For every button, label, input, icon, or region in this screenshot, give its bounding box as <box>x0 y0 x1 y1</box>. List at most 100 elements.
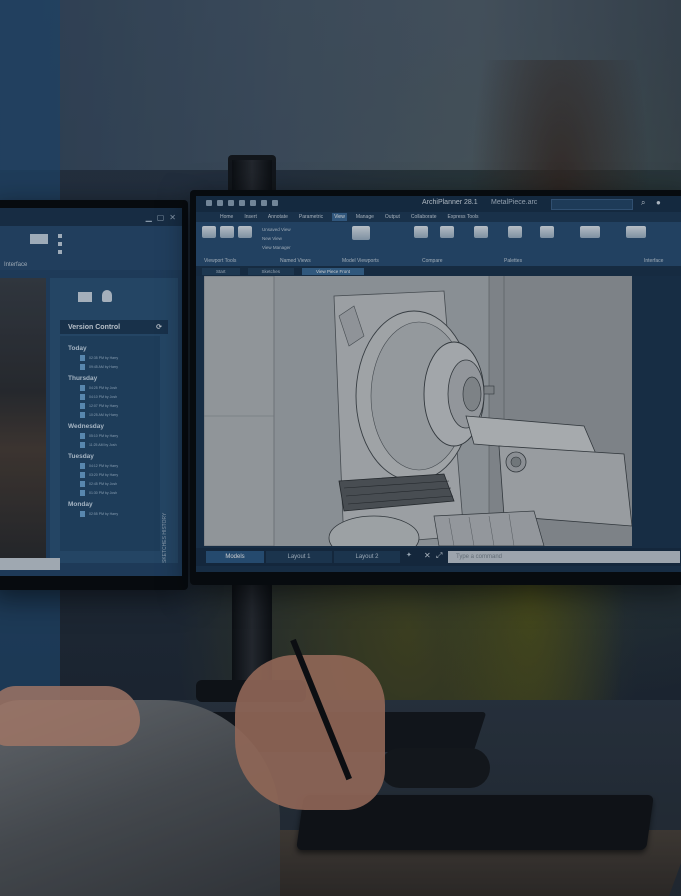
new-file-icon[interactable] <box>206 200 212 206</box>
command-input[interactable]: Type a command <box>448 551 680 563</box>
document-icon <box>80 355 85 361</box>
document-icon <box>80 442 85 448</box>
ribbon-menu-item[interactable]: Unsaved View <box>262 227 291 232</box>
version-entry-label: 12:07 PM by Harry <box>89 404 119 408</box>
version-group-label: Tuesday <box>68 453 94 460</box>
document-icon <box>80 385 85 391</box>
tab-annotate[interactable]: Annotate <box>266 213 290 221</box>
document-icon <box>80 472 85 478</box>
tab-layout-2[interactable]: Layout 2 <box>334 551 400 563</box>
ribbon-menu-item[interactable]: View Manager <box>262 245 291 250</box>
ribbon-group-label: Palettes <box>504 258 523 264</box>
left-status-bar <box>0 558 60 570</box>
right-screen: ArchiPlanner 28.1 MetalPiece.arc ⌕ ● Hom… <box>196 196 681 572</box>
ribbon-button[interactable] <box>30 234 48 244</box>
save-icon[interactable] <box>228 200 234 206</box>
version-entry[interactable]: 11:25 AM by Josh <box>80 442 160 448</box>
version-entry-label: 03:20 PM by Harry <box>89 473 119 477</box>
version-entry[interactable]: 03:20 PM by Harry <box>80 472 160 478</box>
doc-tab[interactable]: View Piece Front <box>302 267 364 275</box>
tab-output[interactable]: Output <box>383 213 402 221</box>
redo-icon[interactable] <box>261 200 267 206</box>
document-icon <box>80 481 85 487</box>
undo-icon[interactable] <box>250 200 256 206</box>
minimize-icon[interactable]: ▁ <box>146 213 152 222</box>
version-entry[interactable]: 02:55 PM by Harry <box>80 511 160 517</box>
office-scene: ▁ ▢ ✕ Interface Version Control ⟳ Today 0… <box>0 0 681 896</box>
interface-button[interactable] <box>626 226 646 240</box>
print-icon[interactable] <box>239 200 245 206</box>
version-entry[interactable]: 04:25 PM by Josh <box>80 385 160 391</box>
palette-button[interactable] <box>540 226 554 240</box>
tab-view[interactable]: View <box>332 213 347 221</box>
tab-express-tools[interactable]: Express Tools <box>446 213 481 221</box>
version-entry[interactable]: 02:35 PM by Harry <box>80 355 160 361</box>
tab-parametric[interactable]: Parametric <box>297 213 325 221</box>
doc-tab[interactable]: Start <box>202 267 240 275</box>
tab-collaborate[interactable]: Collaborate <box>409 213 439 221</box>
add-layout-icon[interactable]: ✦ <box>406 551 412 559</box>
version-entry-label: 02:55 PM by Harry <box>89 512 119 516</box>
left-viewport[interactable] <box>0 278 46 563</box>
version-entry[interactable]: 05:10 PM by Harry <box>80 433 160 439</box>
tab-home[interactable]: Home <box>218 213 235 221</box>
viewport-config-button[interactable] <box>352 226 370 242</box>
user-icon[interactable]: ● <box>656 198 661 207</box>
version-group-label: Monday <box>68 501 93 508</box>
ribbon-icon[interactable] <box>58 234 62 238</box>
version-entry-label: 01:30 PM by Josh <box>89 491 118 495</box>
version-group-label: Thursday <box>68 375 98 382</box>
maximize-icon[interactable]: ▢ <box>157 213 165 222</box>
version-entry[interactable]: 02:45 PM by Josh <box>80 481 160 487</box>
search-input[interactable] <box>551 199 633 210</box>
version-entry[interactable]: 04:10 PM by Josh <box>80 394 160 400</box>
share-icon[interactable] <box>272 200 278 206</box>
sketches-history-tab[interactable]: SKETCHES HISTORY <box>162 513 168 563</box>
version-list: Today 02:35 PM by Harry 09:45 AM by Harry T… <box>60 336 160 551</box>
compare-button[interactable] <box>440 226 454 240</box>
version-entry-label: 09:45 AM by Harry <box>89 365 118 369</box>
document-icon <box>80 463 85 469</box>
file-name: MetalPiece.arc <box>491 199 538 206</box>
tab-insert[interactable]: Insert <box>242 213 259 221</box>
doc-tab[interactable]: Sketches <box>247 267 295 275</box>
status-bar: Models Layout 1 Layout 2 ✦ ✕ ⤢ Type a co… <box>196 548 681 566</box>
document-icon <box>80 511 85 517</box>
command-close-icon[interactable]: ✕ <box>424 551 431 560</box>
version-entry[interactable]: 10:25 AM by Harry <box>80 412 160 418</box>
tab-layout-1[interactable]: Layout 1 <box>266 551 332 563</box>
cad-viewport[interactable] <box>204 276 632 546</box>
version-group-label: Wednesday <box>68 423 105 430</box>
close-icon[interactable]: ✕ <box>169 213 176 222</box>
tab-manage[interactable]: Manage <box>354 213 376 221</box>
open-icon[interactable] <box>217 200 223 206</box>
viewport-button[interactable] <box>238 226 252 240</box>
version-entry-label: 05:10 PM by Harry <box>89 434 119 438</box>
ribbon-icon[interactable] <box>58 250 62 254</box>
document-icon <box>80 394 85 400</box>
user-icon[interactable] <box>102 290 112 302</box>
ribbon-menu-item[interactable]: New View <box>262 236 282 241</box>
search-icon[interactable]: ⌕ <box>641 198 645 208</box>
version-entry[interactable]: 04:12 PM by Harry <box>80 463 160 469</box>
version-entry[interactable]: 12:07 PM by Harry <box>80 403 160 409</box>
palette-button[interactable] <box>508 226 522 240</box>
version-entry-label: 11:25 AM by Josh <box>89 443 117 447</box>
ribbon-icon[interactable] <box>58 242 62 246</box>
ribbon-group-label: Compare <box>422 258 443 264</box>
tab-models[interactable]: Models <box>206 551 264 563</box>
command-settings-icon[interactable]: ⤢ <box>436 551 442 561</box>
version-entry[interactable]: 09:45 AM by Harry <box>80 364 160 370</box>
version-entry-label: 04:12 PM by Harry <box>89 464 119 468</box>
monitor-icon[interactable] <box>78 292 92 302</box>
compare-button[interactable] <box>414 226 428 240</box>
viewport-button[interactable] <box>202 226 216 240</box>
panel-title: Version Control <box>68 323 121 331</box>
viewport-button[interactable] <box>220 226 234 240</box>
version-group-label: Today <box>68 345 87 352</box>
palette-button[interactable] <box>474 226 488 240</box>
version-control-panel: Version Control ⟳ Today 02:35 PM by Harry… <box>50 278 178 563</box>
version-entry[interactable]: 01:30 PM by Josh <box>80 490 160 496</box>
interface-button[interactable] <box>580 226 600 240</box>
refresh-icon[interactable]: ⟳ <box>156 323 162 331</box>
